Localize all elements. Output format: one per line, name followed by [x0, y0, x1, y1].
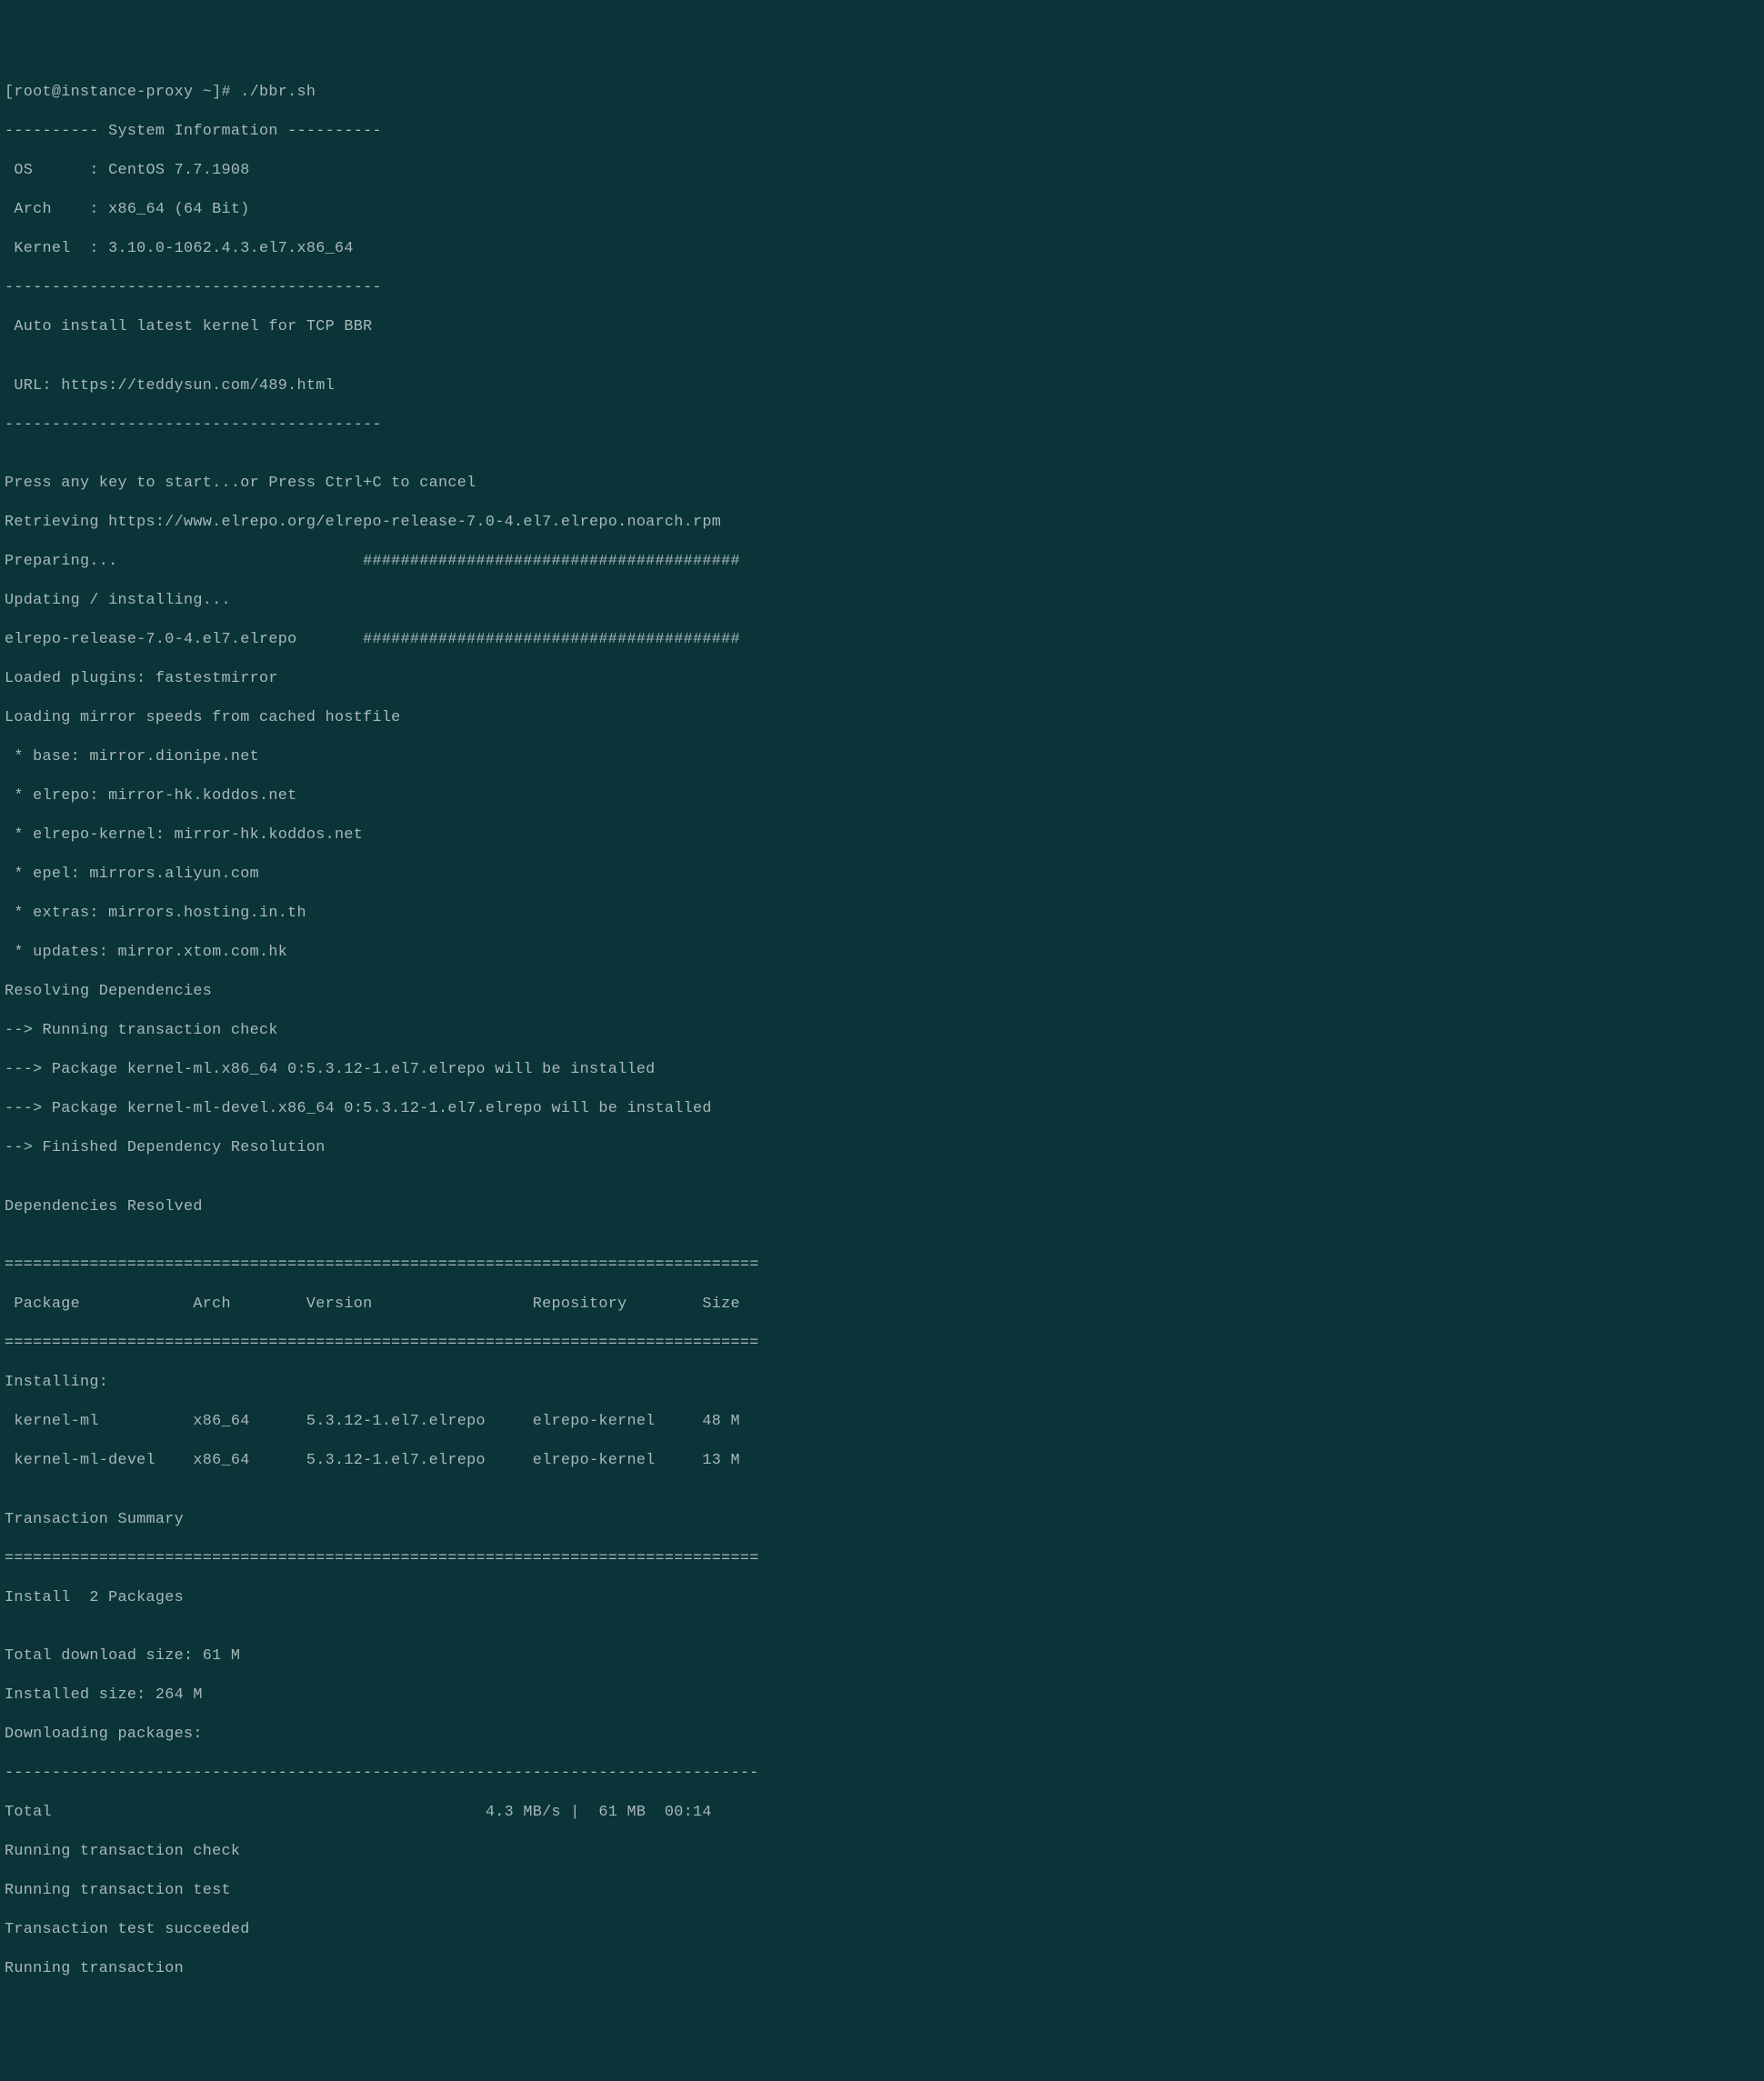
- mirror-updates: * updates: mirror.xtom.com.hk: [5, 943, 1759, 963]
- dash-line: ----------------------------------------…: [5, 1764, 1759, 1784]
- running-trans-test: Running transaction test: [5, 1881, 1759, 1901]
- resolving-deps: Resolving Dependencies: [5, 982, 1759, 1002]
- trans-test-succeeded: Transaction test succeeded: [5, 1920, 1759, 1940]
- sysinfo-header: ---------- System Information ----------: [5, 122, 1759, 142]
- downloading-label: Downloading packages:: [5, 1725, 1759, 1745]
- pkg-kernel-ml-devel: ---> Package kernel-ml-devel.x86_64 0:5.…: [5, 1099, 1759, 1119]
- finished-dep: --> Finished Dependency Resolution: [5, 1138, 1759, 1158]
- auto-install-label: Auto install latest kernel for TCP BBR: [5, 317, 1759, 337]
- running-trans-check: Running transaction check: [5, 1842, 1759, 1862]
- mirror-elrepo-kernel: * elrepo-kernel: mirror-hk.koddos.net: [5, 825, 1759, 845]
- mirror-elrepo: * elrepo: mirror-hk.koddos.net: [5, 786, 1759, 806]
- elrepo-release-progress: elrepo-release-7.0-4.el7.elrepo ########…: [5, 630, 1759, 650]
- terminal-prompt: [root@instance-proxy ~]# ./bbr.sh: [5, 83, 1759, 103]
- table-border: ========================================…: [5, 1256, 1759, 1276]
- running-check: --> Running transaction check: [5, 1021, 1759, 1041]
- transaction-summary-label: Transaction Summary: [5, 1510, 1759, 1530]
- table-border: ========================================…: [5, 1549, 1759, 1569]
- divider-line: ----------------------------------------: [5, 278, 1759, 298]
- table-row: kernel-ml x86_64 5.3.12-1.el7.elrepo elr…: [5, 1412, 1759, 1432]
- loaded-plugins-line: Loaded plugins: fastestmirror: [5, 669, 1759, 689]
- loading-mirror-line: Loading mirror speeds from cached hostfi…: [5, 708, 1759, 728]
- install-count: Install 2 Packages: [5, 1588, 1759, 1608]
- mirror-base: * base: mirror.dionipe.net: [5, 747, 1759, 767]
- installed-size: Installed size: 264 M: [5, 1686, 1759, 1706]
- total-download-size: Total download size: 61 M: [5, 1646, 1759, 1666]
- running-trans: Running transaction: [5, 1959, 1759, 1979]
- table-header: Package Arch Version Repository Size: [5, 1295, 1759, 1315]
- table-border: ========================================…: [5, 1334, 1759, 1354]
- mirror-extras: * extras: mirrors.hosting.in.th: [5, 904, 1759, 924]
- sysinfo-kernel: Kernel : 3.10.0-1062.4.3.el7.x86_64: [5, 239, 1759, 259]
- pkg-kernel-ml: ---> Package kernel-ml.x86_64 0:5.3.12-1…: [5, 1060, 1759, 1080]
- updating-line: Updating / installing...: [5, 591, 1759, 611]
- url-line: URL: https://teddysun.com/489.html: [5, 376, 1759, 396]
- sysinfo-os: OS : CentOS 7.7.1908: [5, 161, 1759, 181]
- mirror-epel: * epel: mirrors.aliyun.com: [5, 865, 1759, 885]
- deps-resolved: Dependencies Resolved: [5, 1197, 1759, 1217]
- retrieving-line: Retrieving https://www.elrepo.org/elrepo…: [5, 513, 1759, 533]
- sysinfo-arch: Arch : x86_64 (64 Bit): [5, 200, 1759, 220]
- preparing-progress: Preparing... ###########################…: [5, 552, 1759, 572]
- total-speed: Total 4.3 MB/s | 61 MB 00:14: [5, 1803, 1759, 1823]
- table-row: kernel-ml-devel x86_64 5.3.12-1.el7.elre…: [5, 1451, 1759, 1471]
- installing-label: Installing:: [5, 1373, 1759, 1393]
- press-key-prompt: Press any key to start...or Press Ctrl+C…: [5, 474, 1759, 494]
- divider-line: ----------------------------------------: [5, 415, 1759, 435]
